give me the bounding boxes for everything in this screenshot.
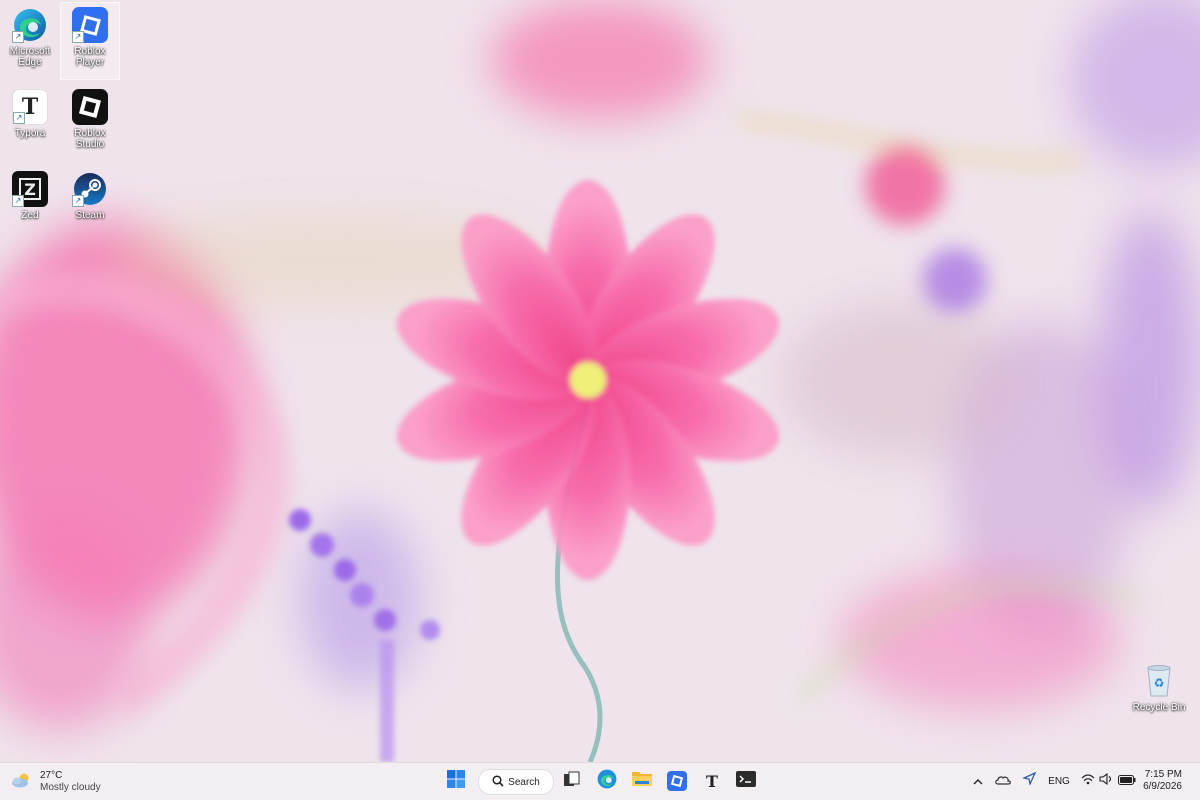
tray-volume[interactable]	[1098, 768, 1114, 794]
folder-icon	[632, 770, 652, 792]
desktop[interactable]: ↗ Microsoft Edge ↗ Roblox Player T ↗ Typ…	[0, 0, 1200, 762]
taskbar-clock[interactable]: 7:15 PM 6/9/2026	[1143, 769, 1182, 793]
show-hidden-icons-button[interactable]	[971, 768, 985, 794]
taskbar: 27°C Mostly cloudy Search T ENG 7:15 PM …	[0, 762, 1200, 800]
desktop-icon-roblox-studio[interactable]: Roblox Studio	[61, 85, 119, 161]
shortcut-arrow-icon: ↗	[13, 112, 25, 124]
terminal-icon	[736, 770, 756, 792]
desktop-icon-steam[interactable]: ↗ Steam	[61, 167, 119, 243]
shortcut-arrow-icon: ↗	[72, 195, 84, 207]
zed-icon: Z ↗	[12, 171, 48, 207]
volume-icon	[1099, 772, 1113, 790]
language-indicator: ENG	[1048, 775, 1070, 787]
desktop-icon-recycle-bin[interactable]: ♻ Recycle Bin	[1130, 659, 1188, 735]
tray-network[interactable]	[1080, 768, 1096, 794]
edge-icon: ↗	[12, 7, 48, 43]
weather-temperature: 27°C	[40, 770, 63, 781]
desktop-icon-label: Microsoft Edge	[9, 46, 51, 68]
start-button[interactable]	[441, 768, 471, 794]
tray-language[interactable]: ENG	[1046, 768, 1072, 794]
desktop-icon-microsoft-edge[interactable]: ↗ Microsoft Edge	[1, 3, 59, 79]
taskbar-file-explorer-button[interactable]	[627, 768, 657, 794]
desktop-icon-roblox-player[interactable]: ↗ Roblox Player	[60, 2, 120, 80]
weather-widget[interactable]: 27°C Mostly cloudy	[10, 767, 101, 797]
taskbar-terminal-button[interactable]	[731, 768, 761, 794]
chevron-up-icon	[973, 772, 983, 790]
shortcut-arrow-icon: ↗	[12, 195, 24, 207]
desktop-icon-label: Roblox Studio	[74, 128, 106, 150]
shortcut-arrow-icon: ↗	[12, 31, 24, 43]
desktop-icon-label: Recycle Bin	[1132, 702, 1186, 713]
wallpaper	[0, 0, 1200, 762]
tray-battery[interactable]	[1117, 768, 1137, 794]
location-icon	[1021, 771, 1036, 790]
recycle-bin-icon: ♻	[1141, 663, 1177, 699]
onedrive-icon	[995, 772, 1011, 790]
search-icon	[492, 774, 504, 790]
desktop-icon-label: Zed	[21, 210, 39, 221]
tray-location[interactable]	[1020, 768, 1038, 794]
svg-text:♻: ♻	[1154, 676, 1165, 690]
task-view-icon	[563, 771, 581, 792]
task-view-button[interactable]	[557, 768, 587, 794]
edge-icon	[597, 769, 617, 794]
taskbar-typora-button[interactable]: T	[697, 768, 727, 794]
wifi-icon	[1081, 772, 1095, 790]
desktop-icon-label: Typora	[14, 128, 46, 139]
steam-icon: ↗	[72, 171, 108, 207]
roblox-icon	[667, 771, 687, 791]
roblox-studio-icon	[72, 89, 108, 125]
typora-icon: T	[706, 771, 718, 791]
desktop-icon-label: Steam	[75, 210, 105, 221]
desktop-icon-typora[interactable]: T ↗ Typora	[1, 85, 59, 161]
taskbar-search-box[interactable]: Search	[478, 769, 554, 795]
desktop-icon-zed[interactable]: Z ↗ Zed	[1, 167, 59, 243]
clock-time: 7:15 PM	[1144, 769, 1182, 780]
taskbar-edge-button[interactable]	[592, 768, 622, 794]
battery-icon	[1118, 772, 1136, 790]
typora-icon: T ↗	[12, 89, 48, 125]
tray-onedrive[interactable]	[994, 768, 1012, 794]
shortcut-arrow-icon: ↗	[72, 31, 84, 43]
roblox-player-icon: ↗	[72, 7, 108, 43]
windows-start-icon	[447, 769, 465, 793]
clock-date: 6/9/2026	[1143, 781, 1182, 792]
desktop-icon-label: Roblox Player	[74, 46, 106, 68]
search-label: Search	[508, 776, 540, 788]
weather-condition: Mostly cloudy	[40, 782, 101, 793]
taskbar-roblox-button[interactable]	[662, 768, 692, 794]
cloudy-weather-icon	[10, 772, 32, 793]
